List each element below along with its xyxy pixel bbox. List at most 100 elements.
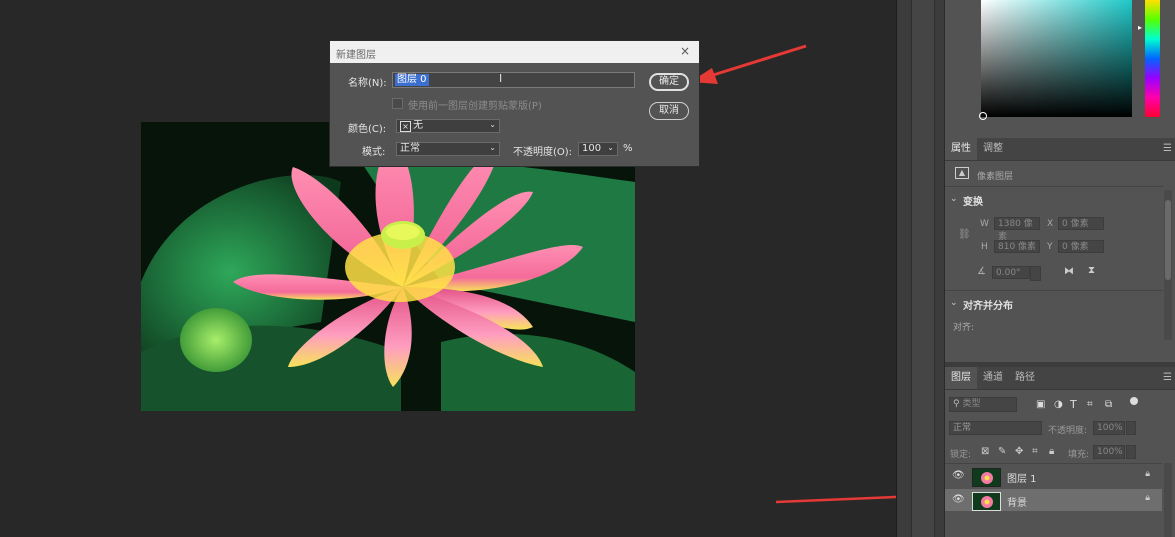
fill-field[interactable]: 100% [1093,445,1125,459]
visibility-eye-icon[interactable]: 👁︎ [952,470,965,481]
transform-section-title[interactable]: 变换 [963,193,983,208]
color-value: 无 [413,120,423,131]
opacity-unit: % [623,143,633,154]
filter-pixel-icon[interactable]: ▣ [1036,399,1045,410]
chevron-down-icon[interactable]: ⌄ [950,298,958,308]
angle-field[interactable]: 0.00° [992,266,1030,279]
align-label: 对齐: [953,323,975,333]
layers-tabbar: 图层 通道 路径 ☰ [945,367,1175,390]
blend-mode-select[interactable]: 正常 [949,421,1042,435]
layers-scrollbar[interactable] [1164,463,1172,537]
tab-layers[interactable]: 图层 [945,367,977,389]
fill-label: 填充: [1068,450,1090,460]
x-field[interactable]: 0 像素 [1058,217,1104,230]
name-input[interactable]: 图层 0 I [392,72,635,88]
name-input-value: 图层 0 [395,74,429,86]
align-section-title[interactable]: 对齐并分布 [963,297,1013,312]
hue-slider[interactable] [1145,0,1160,117]
layer-row[interactable]: 👁︎ 图层 1 🔒︎ [945,465,1162,487]
chevron-down-icon[interactable]: ⌄ [950,194,958,204]
chevron-down-icon: ⌄ [489,143,496,152]
color-label: 颜色(C): [348,124,387,135]
y-field[interactable]: 0 像素 [1058,240,1104,253]
height-field[interactable]: 810 像素 [994,240,1040,253]
lock-position-icon[interactable]: ✥ [1015,446,1023,457]
ok-button[interactable]: 确定 [649,73,689,91]
color-field[interactable] [981,0,1132,117]
layer-opacity-label: 不透明度: [1048,426,1088,436]
mode-select[interactable]: 正常 ⌄ [396,142,500,156]
fill-dropdown[interactable] [1126,445,1136,459]
properties-scrollbar[interactable] [1164,190,1172,340]
filter-adjustment-icon[interactable]: ◑ [1054,399,1063,410]
hue-pointer-icon[interactable]: ▸ [1138,23,1142,32]
no-color-icon: × [400,121,411,132]
right-panels: ▸ 属性 调整 ☰ ▲ 像素图层 ⌄ 变换 W 1380 像素 X 0 像素 ⛓… [944,0,1175,537]
width-label: W [980,219,989,229]
tab-paths[interactable]: 路径 [1009,367,1041,389]
color-select[interactable]: × 无 ⌄ [396,119,500,133]
filter-shape-icon[interactable]: ⌗ [1087,399,1093,410]
height-label: H [981,242,988,252]
filter-toggle-icon[interactable] [1130,397,1138,405]
color-picker-handle[interactable] [979,112,987,120]
chevron-down-icon[interactable]: ⌄ [607,142,614,154]
width-field[interactable]: 1380 像素 [994,217,1040,242]
x-label: X [1047,219,1054,229]
pixel-layer-icon: ▲ [955,167,969,179]
properties-tabbar: 属性 调整 ☰ [945,138,1175,161]
angle-dropdown[interactable] [1030,266,1041,281]
panel-menu-icon[interactable]: ☰ [1163,372,1172,383]
annotation-arrow [690,44,807,84]
lock-icon: 🔒︎ [1145,493,1150,503]
lock-pixels-icon[interactable]: ✎ [998,446,1006,457]
panel-menu-icon[interactable]: ☰ [1163,143,1172,154]
cancel-button[interactable]: 取消 [649,102,689,120]
layer-name[interactable]: 图层 1 [1007,470,1037,485]
flip-vertical-icon[interactable]: ⧗ [1088,265,1095,276]
chevron-down-icon: ⌄ [489,120,496,129]
lock-label: 锁定: [950,450,972,460]
text-cursor-icon: I [499,72,503,85]
name-label: 名称(N): [348,78,387,89]
layer-opacity-field[interactable]: 100% [1093,421,1125,435]
lock-icon: 🔒︎ [1145,469,1150,479]
filter-value: 类型 [962,399,981,409]
dialog-titlebar[interactable]: 新建图层 × [330,41,699,63]
clip-mask-label: 使用前一图层创建剪贴蒙版(P) [408,101,542,112]
link-icon[interactable]: ⛓ [958,229,971,240]
layer-type-label: 像素图层 [977,172,1014,182]
close-icon[interactable]: × [680,44,690,58]
lock-transparent-icon[interactable]: ⊠ [981,446,989,457]
y-label: Y [1047,242,1053,252]
blend-mode-value: 正常 [953,423,972,433]
dialog-title: 新建图层 [336,50,376,61]
filter-type-icon[interactable]: T [1070,398,1077,411]
opacity-input[interactable]: 100 ⌄ [578,142,618,156]
layer-thumbnail [972,468,1001,487]
mode-value: 正常 [400,143,420,154]
divider [945,290,1163,291]
new-layer-dialog: 新建图层 × 名称(N): 图层 0 I 使用前一图层创建剪贴蒙版(P) 颜色(… [329,40,700,167]
tab-channels[interactable]: 通道 [977,367,1009,389]
lock-artboard-icon[interactable]: ⌗ [1032,446,1038,457]
clip-mask-checkbox[interactable] [392,98,403,109]
filter-smartobject-icon[interactable]: ⧉ [1105,399,1112,410]
flip-horizontal-icon[interactable]: ⧓ [1064,266,1074,277]
layer-thumbnail [972,492,1001,511]
lock-all-icon[interactable]: 🔒︎ [1049,446,1054,457]
visibility-eye-icon[interactable]: 👁︎ [952,494,965,505]
opacity-dropdown[interactable] [1126,421,1136,435]
angle-icon: ∡ [977,266,986,277]
panel-dock-gutter [896,0,945,537]
opacity-label: 不透明度(O): [513,147,573,158]
layer-name[interactable]: 背景 [1007,494,1027,509]
layer-filter-select[interactable]: ⚲ 类型 [949,397,1017,412]
search-icon: ⚲ [953,399,960,409]
tab-adjustments[interactable]: 调整 [977,138,1009,160]
tab-properties[interactable]: 属性 [945,138,977,160]
layer-row-selected[interactable]: 👁︎ 背景 🔒︎ [945,489,1162,511]
opacity-value: 100 [582,143,602,154]
color-panel: ▸ [945,0,1175,133]
divider [945,186,1163,187]
